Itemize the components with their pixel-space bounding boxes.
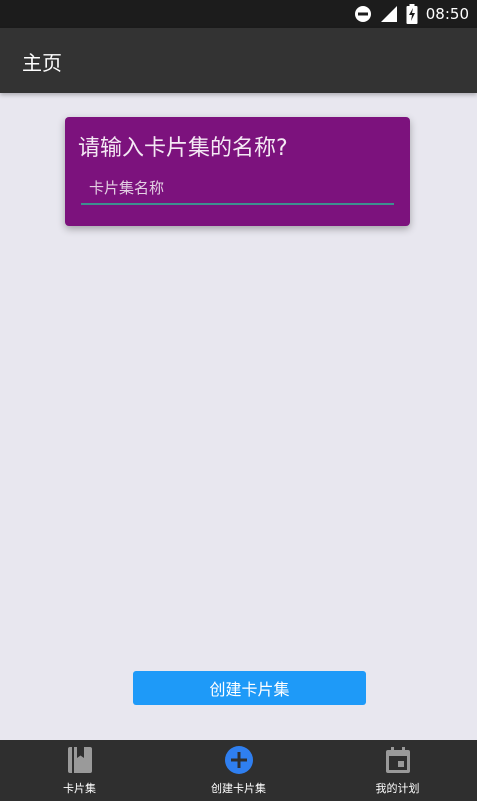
collection-name-input[interactable] xyxy=(81,173,394,205)
signal-icon xyxy=(380,6,397,22)
nav-label: 我的计划 xyxy=(375,782,420,795)
do-not-disturb-icon xyxy=(354,6,371,22)
book-icon xyxy=(67,747,92,773)
status-icons: 08:50 xyxy=(354,0,469,28)
create-collection-button[interactable]: 创建卡片集 xyxy=(133,671,366,705)
nav-item-my-plan[interactable]: 我的计划 xyxy=(318,740,477,801)
bottom-nav: 卡片集 创建卡片集 我的计划 xyxy=(0,740,477,801)
nav-label: 创建卡片集 xyxy=(211,782,266,795)
collection-name-card: 请输入卡片集的名称? xyxy=(65,117,410,226)
page-title: 主页 xyxy=(22,51,62,75)
battery-charging-icon xyxy=(406,4,418,24)
add-circle-icon xyxy=(224,746,253,774)
card-question: 请输入卡片集的名称? xyxy=(78,136,288,161)
calendar-icon xyxy=(385,747,410,773)
status-time: 08:50 xyxy=(425,5,469,23)
app-bar: 主页 xyxy=(0,28,477,93)
nav-item-create-collection[interactable]: 创建卡片集 xyxy=(159,740,318,801)
status-bar: 08:50 xyxy=(0,0,477,28)
nav-label: 卡片集 xyxy=(63,782,96,795)
nav-item-collections[interactable]: 卡片集 xyxy=(0,740,159,801)
